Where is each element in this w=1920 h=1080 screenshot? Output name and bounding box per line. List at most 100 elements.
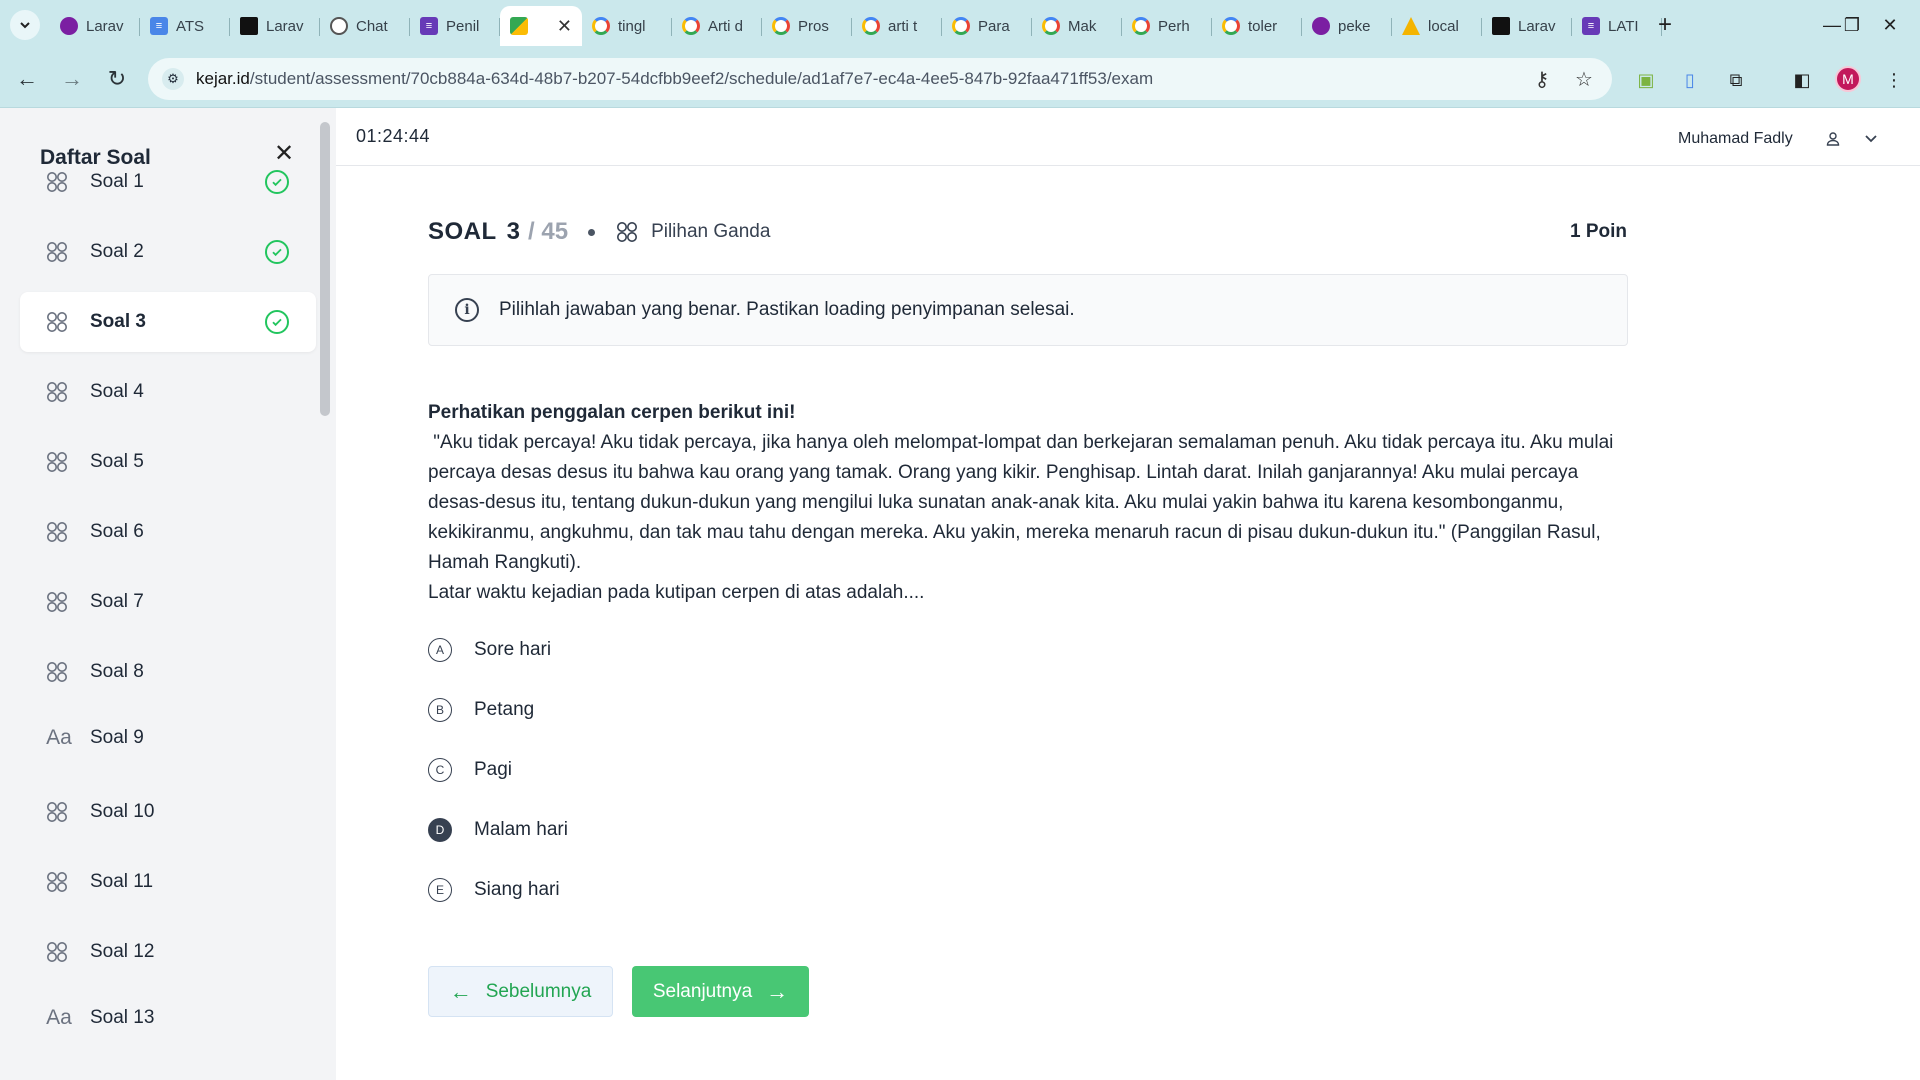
new-tab-button[interactable]: + bbox=[1650, 10, 1680, 40]
sidebar-question-item[interactable]: Soal 12 bbox=[20, 922, 316, 982]
option-text: Sore hari bbox=[474, 639, 552, 660]
sidebar-question-item[interactable]: Soal 1 bbox=[20, 152, 316, 212]
sidebar-question-item[interactable]: Soal 7 bbox=[20, 572, 316, 632]
chevron-down-icon[interactable] bbox=[1861, 128, 1881, 148]
question-body: Perhatikan penggalan cerpen berikut ini!… bbox=[428, 398, 1628, 608]
sidebar-question-item[interactable]: Soal 5 bbox=[20, 432, 316, 492]
option-text: Siang hari bbox=[474, 879, 560, 900]
browser-tab[interactable]: Larav bbox=[50, 6, 140, 46]
question-type: Pilihan Ganda bbox=[651, 221, 771, 242]
browser-tab[interactable]: toler bbox=[1212, 6, 1302, 46]
address-bar[interactable]: ⚙ kejar.id/student/assessment/70cb884a-6… bbox=[148, 58, 1612, 100]
browser-tab[interactable]: Pros bbox=[762, 6, 852, 46]
user-icon[interactable] bbox=[1824, 130, 1842, 148]
google-favicon-icon bbox=[862, 17, 880, 35]
option-radio[interactable]: A bbox=[428, 638, 452, 662]
restore-button[interactable]: ❐ bbox=[1832, 8, 1872, 42]
chatgpt-favicon-icon bbox=[330, 17, 348, 35]
option-text: Pagi bbox=[474, 759, 513, 780]
question-points: 1 Poin bbox=[1570, 221, 1628, 242]
extensions-puzzle-icon[interactable]: ⧉ bbox=[1724, 68, 1748, 92]
site-info-icon[interactable]: ⚙ bbox=[162, 68, 184, 90]
back-button[interactable]: ← bbox=[12, 64, 42, 94]
browser-tab[interactable]: Mak bbox=[1032, 6, 1122, 46]
question-intro: Perhatikan penggalan cerpen berikut ini! bbox=[428, 402, 796, 423]
browser-tab[interactable]: peke bbox=[1302, 6, 1392, 46]
forms-favicon-icon: ≡ bbox=[420, 17, 438, 35]
browser-tab[interactable]: ≡ ATS bbox=[140, 6, 230, 46]
question-label: SOAL bbox=[428, 218, 497, 245]
sidebar-question-label: Soal 13 bbox=[90, 1007, 155, 1028]
google-favicon-icon bbox=[1042, 17, 1060, 35]
sidebar-question-item[interactable]: Soal 6 bbox=[20, 502, 316, 562]
option-radio[interactable]: B bbox=[428, 698, 452, 722]
answer-option[interactable]: D Malam hari bbox=[428, 814, 568, 846]
browser-tab[interactable]: Larav bbox=[230, 6, 320, 46]
browser-tab[interactable]: Perh bbox=[1122, 6, 1212, 46]
grid-icon bbox=[44, 449, 70, 475]
browser-tab[interactable]: Larav bbox=[1482, 6, 1572, 46]
reload-icon: ↻ bbox=[107, 66, 127, 91]
option-text: Petang bbox=[474, 699, 535, 720]
side-panel-icon[interactable]: ◧ bbox=[1790, 68, 1814, 92]
browser-tab[interactable]: Arti d bbox=[672, 6, 762, 46]
google-favicon-icon bbox=[952, 17, 970, 35]
sidebar-question-item[interactable]: Aa Soal 13 bbox=[20, 988, 316, 1048]
close-tab-icon[interactable]: ✕ bbox=[557, 16, 572, 37]
reload-button[interactable]: ↻ bbox=[102, 64, 132, 94]
next-button[interactable]: Selanjutnya → bbox=[632, 966, 809, 1017]
question-prompt: Latar waktu kejadian pada kutipan cerpen… bbox=[428, 582, 925, 603]
instruction-text: Pilihlah jawaban yang benar. Pastikan lo… bbox=[499, 299, 1075, 320]
sidebar-question-item[interactable]: Soal 3 bbox=[20, 292, 316, 352]
sidebar-question-item[interactable]: Soal 8 bbox=[20, 642, 316, 702]
google-favicon-icon bbox=[1132, 17, 1150, 35]
sidebar-question-item[interactable]: Soal 11 bbox=[20, 852, 316, 912]
tab-search-button[interactable] bbox=[10, 10, 40, 40]
password-key-icon[interactable]: ⚷ bbox=[1530, 67, 1554, 91]
browser-tab-active[interactable]: ✕ bbox=[500, 6, 582, 46]
forward-button[interactable]: → bbox=[57, 64, 87, 94]
bookmark-star-icon[interactable]: ☆ bbox=[1572, 67, 1596, 91]
sidebar-question-item[interactable]: Aa Soal 9 bbox=[20, 708, 316, 768]
arrow-left-icon: ← bbox=[449, 978, 472, 1004]
browser-tab[interactable]: local bbox=[1392, 6, 1482, 46]
browser-tab[interactable]: tingl bbox=[582, 6, 672, 46]
option-radio[interactable]: D bbox=[428, 818, 452, 842]
extension-blue-icon[interactable]: ▯ bbox=[1678, 68, 1702, 92]
sidebar-question-label: Soal 11 bbox=[90, 871, 154, 892]
answer-option[interactable]: A Sore hari bbox=[428, 634, 551, 666]
menu-dots-icon[interactable]: ⋮ bbox=[1882, 68, 1906, 92]
user-name[interactable]: Muhamad Fadly bbox=[1678, 130, 1793, 148]
local-favicon-icon bbox=[1402, 17, 1420, 35]
grid-icon bbox=[44, 239, 70, 265]
browser-tab[interactable]: ≡ LATI bbox=[1572, 6, 1662, 46]
sidebar-question-label: Soal 4 bbox=[90, 381, 144, 402]
question-passage: "Aku tidak percaya! Aku tidak percaya, j… bbox=[428, 432, 1619, 573]
sidebar-question-item[interactable]: Soal 4 bbox=[20, 362, 316, 422]
option-radio[interactable]: E bbox=[428, 878, 452, 902]
grid-icon bbox=[44, 939, 70, 965]
grid-icon bbox=[44, 799, 70, 825]
browser-tab[interactable]: Para bbox=[942, 6, 1032, 46]
previous-button[interactable]: ← Sebelumnya bbox=[428, 966, 613, 1017]
browser-tab-bar: Larav ≡ ATS Larav Chat ≡ Penil ✕ tingl Art… bbox=[0, 0, 1920, 50]
sidebar-question-item[interactable]: Soal 10 bbox=[20, 782, 316, 842]
extension-green-icon[interactable]: ▣ bbox=[1634, 68, 1658, 92]
close-window-button[interactable]: ✕ bbox=[1870, 8, 1910, 42]
google-favicon-icon bbox=[1222, 17, 1240, 35]
browser-tab[interactable]: Chat bbox=[320, 6, 410, 46]
restore-icon: ❐ bbox=[1843, 14, 1861, 35]
sidebar-scrollbar[interactable] bbox=[320, 122, 330, 416]
browser-tab[interactable]: ≡ Penil bbox=[410, 6, 500, 46]
answer-option[interactable]: B Petang bbox=[428, 694, 534, 726]
browser-tab[interactable]: arti t bbox=[852, 6, 942, 46]
sidebar-question-item[interactable]: Soal 2 bbox=[20, 222, 316, 282]
purple-circle-favicon-icon bbox=[60, 17, 78, 35]
answer-option[interactable]: C Pagi bbox=[428, 754, 512, 786]
option-radio[interactable]: C bbox=[428, 758, 452, 782]
profile-avatar[interactable]: M bbox=[1835, 66, 1861, 92]
countdown-timer: 01:24:44 bbox=[356, 126, 431, 146]
sidebar-question-label: Soal 8 bbox=[90, 661, 144, 682]
answer-option[interactable]: E Siang hari bbox=[428, 874, 560, 906]
grid-icon bbox=[44, 869, 70, 895]
